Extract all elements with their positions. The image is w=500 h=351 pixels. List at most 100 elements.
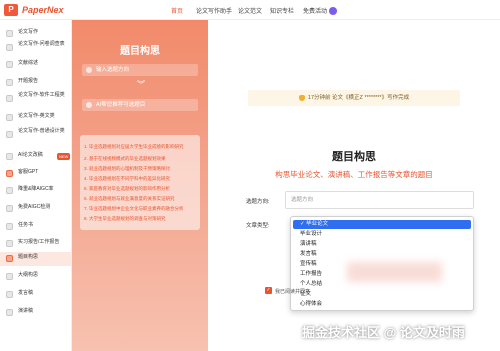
sidebar-item-speech[interactable]: 演讲稿 <box>0 306 72 320</box>
sidebar-item-label: 论文写作 <box>18 29 39 35</box>
page-subtitle: 构思毕业论文、演讲稿、工作报告等文章的题目 <box>275 170 433 179</box>
dropdown-option[interactable]: 毕业设计 <box>293 230 471 239</box>
sidebar-item-label: 降重&降AIGC率 <box>18 186 54 192</box>
agree-label: 我已阅读并同意 <box>275 289 311 295</box>
dropdown-option[interactable]: 发言稿 <box>293 250 471 259</box>
design-icon <box>6 131 13 138</box>
list-item: 6. 就业选题规划与就业满意度的关系实证研究 <box>84 196 175 201</box>
new-badge: NEW <box>57 153 71 160</box>
bell-icon <box>298 94 305 101</box>
step-label: 输入选题方向 <box>96 67 130 73</box>
sidebar-item-speech-draft[interactable]: 发言稿 <box>0 288 72 302</box>
reduce-icon <box>6 187 13 194</box>
nav-paper-samples[interactable]: 论文范文 <box>238 6 262 15</box>
sidebar-item-label: 论文写作-普通设计类 <box>18 128 65 134</box>
chevron-down-icon: ︾ <box>137 80 145 89</box>
code-icon <box>6 95 13 102</box>
topic-ideas-panel: 题目构思 输入选题方向 ︾ AI帮您推荐可选题目 1. 毕业选题规划对应届大学生… <box>72 20 208 351</box>
nav-free-events-label: 免费活动 <box>303 9 328 15</box>
dropdown-option[interactable]: 征文 <box>293 290 471 299</box>
sidebar-item-label: 大纲构思 <box>18 272 39 278</box>
logo-icon: P <box>4 4 18 16</box>
list-item: 3. 就业选题规划的心理机制及干预策略探讨 <box>84 166 171 171</box>
sidebar-item-assignment[interactable]: 任务书 <box>0 220 72 234</box>
sidebar-item-label: 发言稿 <box>18 290 34 296</box>
sidebar-item-label: 任务书 <box>18 222 34 228</box>
step-two-icon <box>86 102 92 108</box>
ai-icon <box>6 153 13 160</box>
sidebar-item-internship-report[interactable]: 实习报告/工作报告 <box>0 237 72 251</box>
step-one-icon <box>86 67 92 73</box>
agree-checkbox[interactable]: ✓ <box>265 287 272 294</box>
sidebar-item-software-engineering[interactable]: 论文写作-软件工程类 <box>0 92 72 106</box>
sidebar-item-design[interactable]: 论文写作-普通设计类 <box>0 128 72 142</box>
list-item: 7. 毕业选题规划中企业文化与职业素养的融合分析 <box>84 206 184 211</box>
sidebar-item-aigc-check[interactable]: 免费AIGC检测 <box>0 202 72 216</box>
panel-title: 题目构思 <box>120 46 160 57</box>
scan-icon <box>6 205 13 212</box>
step-label: AI帮您推荐可选题目 <box>96 102 146 108</box>
step-ai-recommend: AI帮您推荐可选题目 <box>82 99 198 111</box>
sidebar-item-outline[interactable]: 大纲构思 <box>0 270 72 284</box>
top-navbar: P PaperNex 首页 论文写作助手 论文范文 知识专栏 免费活动 <box>0 0 500 20</box>
task-icon <box>6 223 13 230</box>
dropdown-option-label: 毕业论文 <box>306 221 329 227</box>
sidebar-item-proposal[interactable]: 开题报告 <box>0 76 72 90</box>
document-icon <box>6 30 13 37</box>
dropdown-option[interactable]: ✓ 毕业论文 <box>293 220 471 229</box>
list-item: 5. 家庭教育对毕业选题规划的影响作用分析 <box>84 186 171 191</box>
sidebar-item-label: 免费AIGC检测 <box>18 204 51 210</box>
clipboard-icon <box>6 79 13 86</box>
recommended-topics-list: 1. 毕业选题规划对应届大学生毕业成绩的影响研究 2. 基于在线视频模式的毕业选… <box>80 135 200 230</box>
lightbulb-icon <box>6 255 13 262</box>
sidebar-item-label: 客服GPT <box>18 169 39 175</box>
speech-icon <box>6 309 13 316</box>
page-title: 题目构思 <box>332 151 376 163</box>
sidebar-item-label: 论文写作-英文类 <box>18 113 55 119</box>
list-item: 1. 毕业选题规划对应届大学生毕业成绩的影响研究 <box>84 144 184 149</box>
topic-direction-label: 选题方向: <box>246 199 270 205</box>
nav-free-events[interactable]: 免费活动 <box>303 6 338 16</box>
list-item: 4. 毕业选题规划在不同学科中的差异化研究 <box>84 176 171 181</box>
topic-direction-input[interactable]: 选题方向 <box>285 191 474 209</box>
watermark: 掘金技术社区 @ 论文及时雨 <box>302 325 465 340</box>
sidebar-item-label: 实习报告/工作报告 <box>18 239 60 245</box>
sidebar-item-label: 论文写作-软件工程类 <box>18 92 65 98</box>
sidebar-item-label: 论文写作-问卷调查表 <box>18 41 65 47</box>
sidebar-item-topic-ideas[interactable]: 题目构思 <box>0 252 72 266</box>
sidebar-item-chat-gpt[interactable]: 客服GPT <box>0 167 72 181</box>
nav-knowledge[interactable]: 知识专栏 <box>270 6 294 15</box>
app-window: { "brand": {"logo_letter": "P", "name": … <box>0 0 500 351</box>
sidebar: 论文写作 论文写作-问卷调查表 文献综述 开题报告 论文写作-软件工程类 论文写… <box>0 20 72 351</box>
outline-icon <box>6 273 13 280</box>
dropdown-option[interactable]: 工作报告 <box>293 270 471 279</box>
chat-icon <box>6 170 13 177</box>
step-input-direction: 输入选题方向 <box>82 64 198 76</box>
notice-bar: 17分钟前 论文《横正Z ********》写作完成 <box>248 90 460 106</box>
sidebar-item-reduce-aigc[interactable]: 降重&降AIGC率 <box>0 184 72 198</box>
sidebar-item-label: 演讲稿 <box>18 308 34 314</box>
sidebar-item-literature-review[interactable]: 文献综述 <box>0 58 72 72</box>
dropdown-option[interactable]: 心得体会 <box>293 300 471 309</box>
gift-icon <box>329 7 338 16</box>
article-type-dropdown[interactable]: ✓ 毕业论文 毕业设计 演讲稿 发言稿 宣传稿 工作报告 个人总结 征文 心得体… <box>290 216 474 311</box>
dropdown-option[interactable]: 个人总结 <box>293 280 471 289</box>
translate-icon <box>6 114 13 121</box>
nav-home[interactable]: 首页 <box>171 6 183 15</box>
nav-writing-assistant[interactable]: 论文写作助手 <box>196 6 232 15</box>
sidebar-item-english[interactable]: 论文写作-英文类 <box>0 111 72 125</box>
dropdown-option[interactable]: 演讲稿 <box>293 240 471 249</box>
book-icon <box>6 61 13 68</box>
article-type-label: 文章类型: <box>246 223 270 229</box>
notice-text: 17分钟前 论文《横正Z ********》写作完成 <box>307 95 410 101</box>
list-item: 2. 基于在线视频模式的毕业选题规划效果 <box>84 156 166 161</box>
sidebar-item-label: 开题报告 <box>18 78 39 84</box>
main-content: 17分钟前 论文《横正Z ********》写作完成 题目构思 构思毕业论文、演… <box>208 20 500 351</box>
sidebar-item-questionnaire[interactable]: 论文写作-问卷调查表 <box>0 41 72 55</box>
sidebar-item-ai-revision[interactable]: AI论文改稿 NEW <box>0 150 72 164</box>
sidebar-item-paper-writing[interactable]: 论文写作 <box>0 27 72 41</box>
report-icon <box>6 240 13 247</box>
sidebar-item-label: 文献综述 <box>18 60 39 66</box>
sidebar-item-label: 题目构思 <box>18 254 39 260</box>
list-item: 8. 大学生毕业选题规划的调查与对策研究 <box>84 216 166 221</box>
